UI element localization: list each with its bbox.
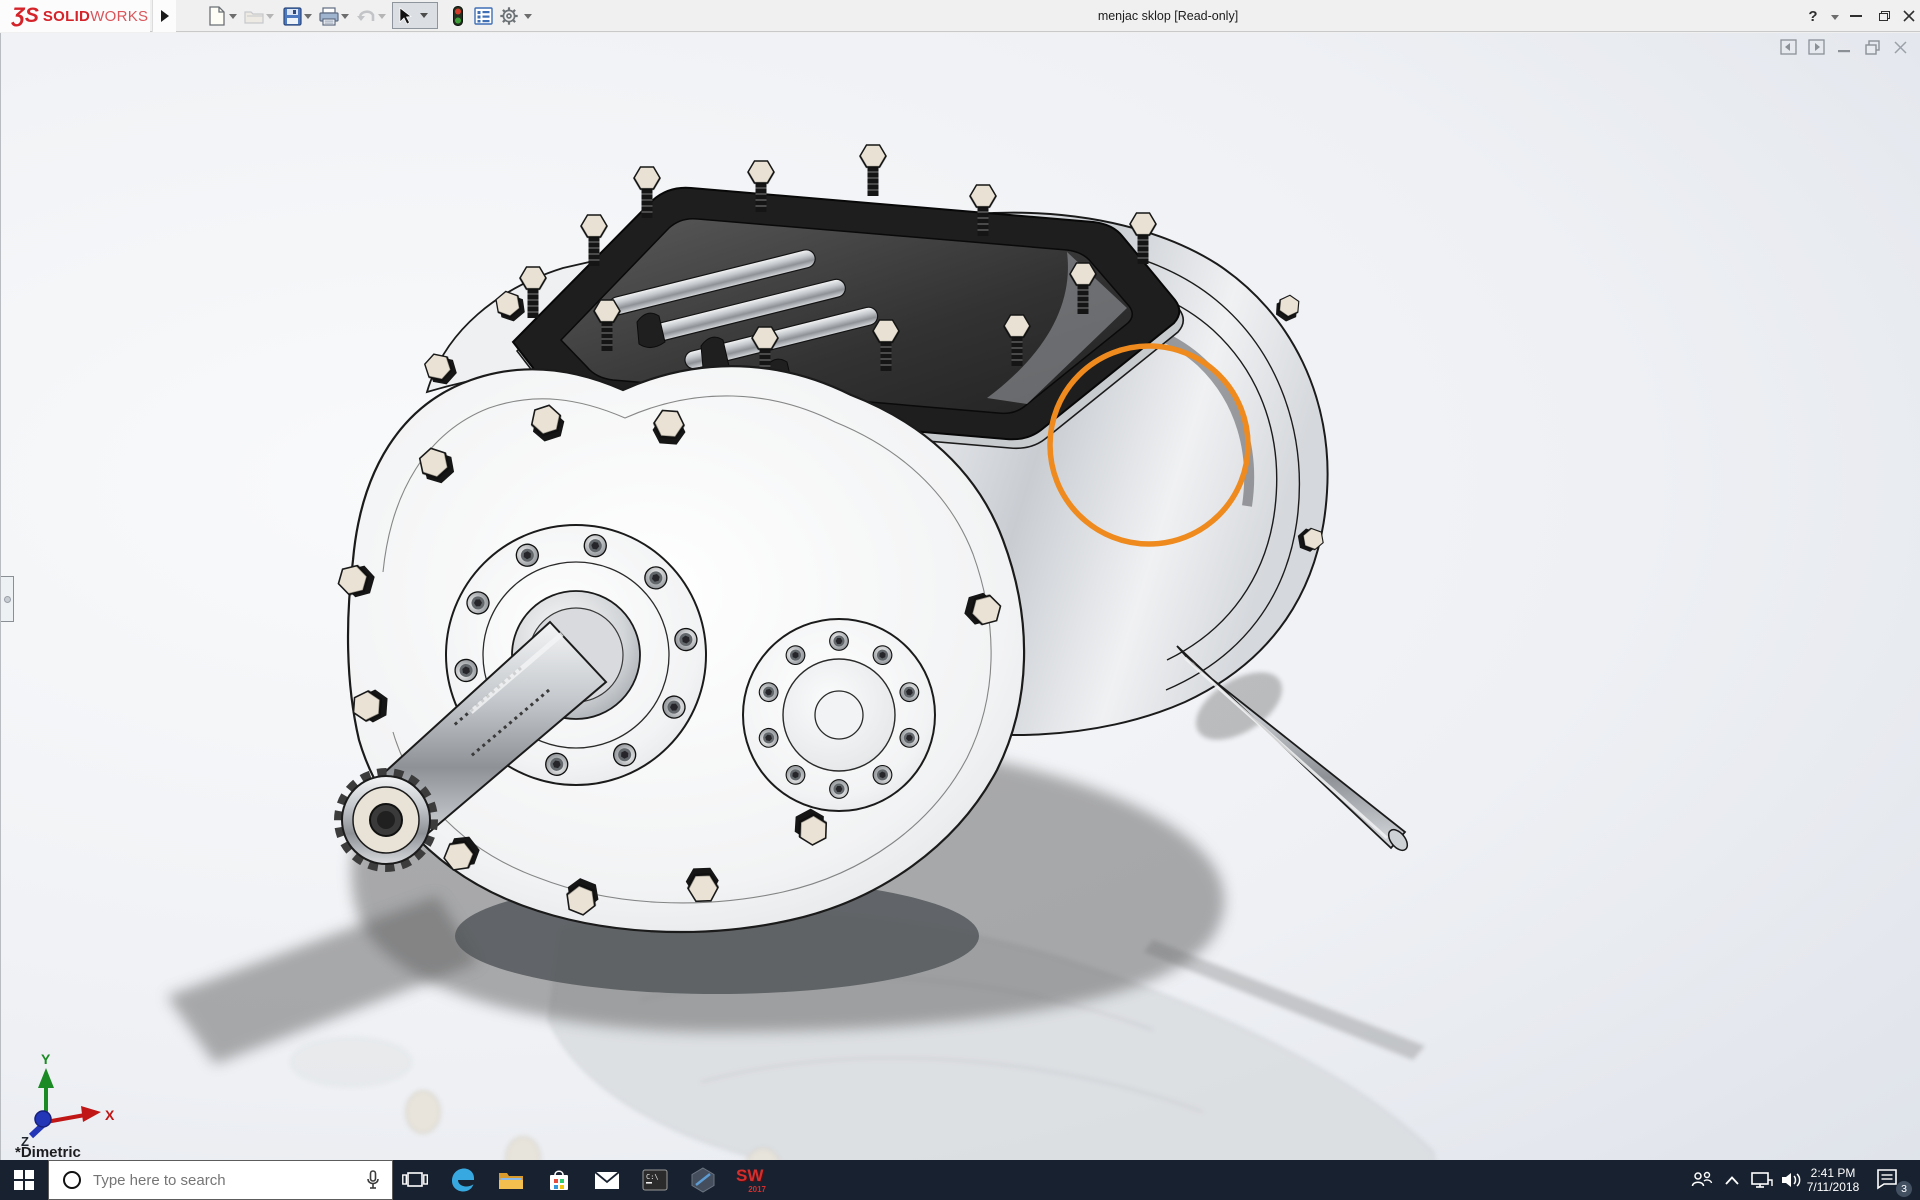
chevron-up-icon [1725,1176,1739,1185]
people-icon [1691,1171,1713,1189]
traffic-light-icon [453,6,463,26]
window-title: menjac sklop [Read-only] [1098,0,1238,32]
save-button[interactable] [281,5,303,27]
network-icon [1751,1171,1773,1189]
mail-icon [594,1171,620,1190]
cortana-icon [63,1171,81,1189]
settings-gear-icon [499,6,519,26]
open-button[interactable] [243,5,265,27]
view-orientation-label: *Dimetric [15,1144,81,1161]
menu-flyout-button[interactable] [152,0,176,32]
open-folder-icon [244,8,264,24]
save-dropdown[interactable] [304,14,312,19]
minimize-icon [1850,15,1862,17]
new-document-dropdown[interactable] [229,14,237,19]
task-list-button[interactable] [472,5,494,27]
solidworks-app-button[interactable]: SW 2017 [727,1160,775,1200]
search-input[interactable] [93,1172,366,1189]
command-prompt-button[interactable]: C:\ [631,1160,679,1200]
close-icon [1903,10,1915,22]
print-icon [319,7,339,26]
edge-button[interactable] [439,1160,487,1200]
store-icon [547,1168,571,1192]
action-center-button[interactable]: 3 [1872,1160,1914,1200]
people-button[interactable] [1688,1160,1716,1200]
select-cursor-icon [398,7,412,25]
open-dropdown[interactable] [266,14,274,19]
solidworks-year-badge: 2017 [748,1185,766,1194]
solidworks-app-icon: SW 2017 [736,1166,766,1194]
microphone-icon[interactable] [366,1170,380,1190]
restore-button[interactable] [1871,0,1897,32]
clock[interactable]: 2:41 PM 7/11/2018 [1802,1160,1864,1200]
task-view-icon [402,1170,428,1190]
close-button[interactable] [1896,0,1920,32]
edge-icon [450,1167,476,1193]
help-button[interactable]: ? [1800,0,1826,32]
undo-dropdown[interactable] [378,14,386,19]
minimize-button[interactable] [1843,0,1869,32]
new-document-button[interactable] [206,5,228,27]
store-button[interactable] [535,1160,583,1200]
rebuild-button[interactable] [447,5,469,27]
new-document-icon [208,6,226,26]
print-button[interactable] [318,5,340,27]
select-dropdown[interactable] [420,13,428,18]
clock-date: 7/11/2018 [1802,1180,1864,1194]
solidworks-logo: ƷS SOLIDWORKS [0,0,150,32]
hexagon-app-icon [690,1167,716,1193]
cmd-label: C:\ [646,1173,659,1181]
hexagon-app-button[interactable] [679,1160,727,1200]
gearbox-model: Y X Z [1,33,1920,1160]
solidworks-logo-works: WORKS [90,8,148,25]
clock-time: 2:41 PM [1802,1166,1864,1180]
task-list-icon [474,7,493,25]
orientation-triad: Y X Z [21,1051,115,1149]
solidworks-logo-solid: SOLID [43,8,90,25]
3d-viewport[interactable]: Y X Z *Dimetric [0,33,1920,1160]
restore-icon [1879,11,1890,21]
triad-x-label: X [105,1107,115,1123]
help-dropdown[interactable] [1831,15,1839,20]
windows-logo-icon [14,1170,34,1190]
undo-button[interactable] [355,5,377,27]
triad-y-label: Y [41,1051,51,1067]
title-bar: ƷS SOLIDWORKS [0,0,1920,32]
start-button[interactable] [0,1160,48,1200]
speaker-icon [1781,1171,1803,1189]
command-prompt-icon: C:\ [642,1169,668,1191]
settings-dropdown[interactable] [524,14,532,19]
solidworks-logo-mark: ƷS [12,4,39,28]
task-view-button[interactable] [391,1160,439,1200]
undo-icon [356,8,376,24]
save-floppy-icon [283,7,302,26]
file-explorer-button[interactable] [487,1160,535,1200]
network-button[interactable] [1748,1160,1776,1200]
mail-button[interactable] [583,1160,631,1200]
flyout-arrow-icon [161,10,169,22]
file-explorer-icon [498,1169,524,1191]
print-dropdown[interactable] [341,14,349,19]
taskbar: C:\ SW 2017 [0,1160,1920,1200]
select-tool-button[interactable] [392,2,438,29]
output-hub [743,619,935,811]
settings-button[interactable] [498,5,520,27]
taskbar-search[interactable] [48,1160,393,1200]
notification-badge: 3 [1896,1181,1912,1197]
screen: ƷS SOLIDWORKS [0,0,1920,1200]
hidden-icons-button[interactable] [1720,1160,1744,1200]
